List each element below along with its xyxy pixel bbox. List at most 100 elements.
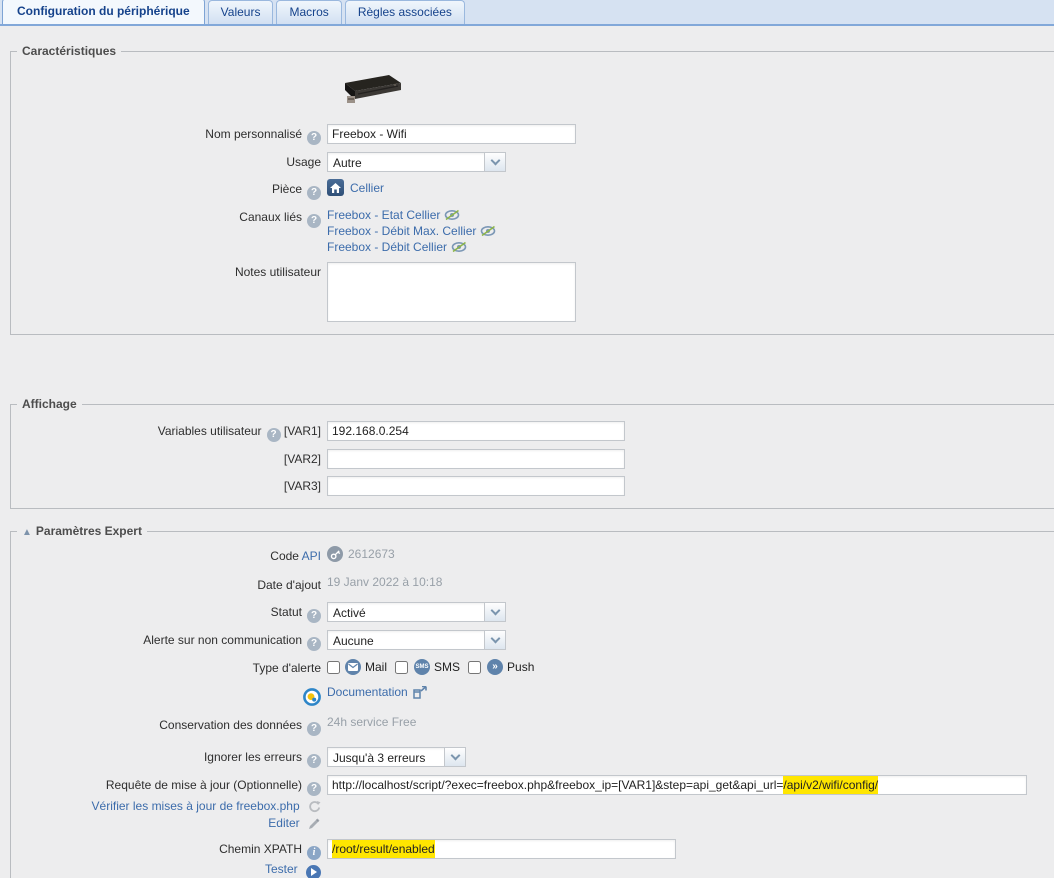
field-label-row: Requête de mise à jour (Optionnelle)? (11, 775, 321, 796)
usage-select[interactable]: Autre (327, 152, 506, 172)
push-icon: » (487, 659, 503, 675)
info-icon[interactable]: i (307, 846, 321, 860)
tab-macros[interactable]: Macros (276, 0, 341, 24)
pencil-icon[interactable] (308, 817, 321, 830)
legend-text: Paramètres Expert (36, 524, 142, 538)
var2-tag: [VAR2] (284, 452, 321, 466)
field-label-row: Pièce? (11, 179, 321, 200)
canaux-lies-label: Canaux liés (239, 210, 302, 224)
field-label-row: Ignorer les erreurs? (11, 747, 321, 768)
mail-icon (345, 659, 361, 675)
chevron-down-icon[interactable] (484, 631, 505, 649)
notes-utilisateur-textarea[interactable] (327, 262, 576, 322)
date-ajout-value: 19 Janv 2022 à 10:18 (327, 575, 442, 589)
verifier-maj-link[interactable]: Vérifier les mises à jour de freebox.php (92, 799, 300, 813)
sms-checkbox[interactable] (395, 661, 408, 674)
field-label-row: [VAR2] (11, 449, 321, 467)
help-icon[interactable]: ? (307, 722, 321, 736)
refresh-icon[interactable] (308, 800, 321, 813)
sms-icon-text: SMS (416, 664, 429, 670)
statut-select[interactable]: Activé (327, 602, 506, 622)
home-icon[interactable] (327, 179, 344, 196)
help-icon[interactable]: ? (307, 637, 321, 651)
sms-icon: SMS (414, 659, 430, 675)
tab-label: Valeurs (221, 5, 261, 19)
field-label-row: Date d'ajout (11, 575, 321, 593)
collapse-arrow-icon[interactable]: ▲ (22, 527, 32, 538)
notes-utilisateur-label: Notes utilisateur (235, 265, 321, 279)
section-caracteristiques: Caractéristiques Nom personnalisé? Usage… (10, 44, 1054, 335)
type-alerte-label: Type d'alerte (253, 661, 321, 675)
play-icon[interactable] (306, 865, 321, 878)
tab-configuration-peripherique[interactable]: Configuration du périphérique (2, 0, 205, 24)
tab-valeurs[interactable]: Valeurs (208, 0, 274, 24)
variables-utilisateur-label: Variables utilisateur (158, 424, 262, 438)
tab-label: Règles associées (358, 5, 452, 19)
piece-link[interactable]: Cellier (350, 181, 384, 195)
push-icon-text: » (492, 662, 498, 672)
alerte-non-communication-label: Alerte sur non communication (143, 633, 302, 647)
chevron-down-icon[interactable] (444, 748, 465, 766)
nom-personnalise-input[interactable] (327, 124, 576, 144)
chevron-down-icon[interactable] (484, 153, 505, 171)
push-checkbox[interactable] (468, 661, 481, 674)
help-icon[interactable]: ? (307, 782, 321, 796)
var2-input[interactable] (327, 449, 625, 469)
field-label-row: Chemin XPATHi (11, 839, 321, 860)
canal-link-row: Freebox - Débit Max. Cellier (327, 223, 497, 239)
requete-url-prefix: http://localhost/script/?exec=freebox.ph… (332, 778, 783, 792)
chevron-down-icon[interactable] (484, 603, 505, 621)
field-label-row: Conservation des données? (11, 715, 321, 736)
section-caracteristiques-legend: Caractéristiques (17, 44, 121, 58)
canal-link[interactable]: Freebox - Etat Cellier (327, 208, 440, 222)
alerte-select[interactable]: Aucune (327, 630, 506, 650)
requete-maj-input[interactable]: http://localhost/script/?exec=freebox.ph… (327, 775, 1027, 795)
mail-checkbox[interactable] (327, 661, 340, 674)
field-label-row: Usage (11, 152, 321, 170)
field-label-row (11, 685, 321, 706)
field-label-row: Vérifier les mises à jour de freebox.php (11, 799, 321, 814)
statut-selected-value: Activé (328, 603, 484, 621)
ignorer-erreurs-label: Ignorer les erreurs (204, 750, 302, 764)
field-label-row: Type d'alerte (11, 658, 321, 676)
section-affichage-legend: Affichage (17, 397, 82, 411)
section-affichage: Affichage Variables utilisateur? [VAR1] … (10, 397, 1054, 509)
var3-input[interactable] (327, 476, 625, 496)
help-icon[interactable]: ? (307, 131, 321, 145)
tab-regles-associees[interactable]: Règles associées (345, 0, 465, 24)
field-label-row: Code API (11, 546, 321, 564)
help-icon[interactable]: ? (267, 428, 281, 442)
chemin-xpath-input[interactable]: /root/result/enabled (327, 839, 676, 859)
eye-icon[interactable] (451, 241, 468, 253)
field-label-row: Variables utilisateur? [VAR1] (11, 421, 321, 442)
piece-label: Pièce (272, 182, 302, 196)
eye-icon[interactable] (444, 209, 461, 221)
field-label-row: Tester (11, 862, 321, 878)
plugin-logo-icon (303, 688, 321, 706)
canal-link[interactable]: Freebox - Débit Cellier (327, 240, 447, 254)
var1-input[interactable] (327, 421, 625, 441)
documentation-link[interactable]: Documentation (327, 685, 408, 699)
help-icon[interactable]: ? (307, 754, 321, 768)
api-link[interactable]: API (302, 549, 321, 563)
push-label: Push (507, 660, 534, 674)
requete-maj-label: Requête de mise à jour (Optionnelle) (106, 778, 302, 792)
tab-label: Macros (289, 5, 328, 19)
external-link-icon[interactable] (413, 686, 427, 699)
editer-link[interactable]: Editer (268, 816, 299, 830)
canal-link-row: Freebox - Débit Cellier (327, 239, 497, 255)
help-icon[interactable]: ? (307, 609, 321, 623)
nom-personnalise-label: Nom personnalisé (205, 127, 302, 141)
key-icon[interactable] (327, 546, 343, 562)
help-icon[interactable]: ? (307, 214, 321, 228)
canal-link[interactable]: Freebox - Débit Max. Cellier (327, 224, 476, 238)
tester-link[interactable]: Tester (265, 862, 298, 876)
help-icon[interactable]: ? (307, 186, 321, 200)
eye-icon[interactable] (480, 225, 497, 237)
section-parametres-expert: ▲Paramètres Expert Code API 2612673 Date… (10, 524, 1054, 878)
xpath-highlighted: /root/result/enabled (332, 840, 435, 858)
ignorer-erreurs-select[interactable]: Jusqu'à 3 erreurs (327, 747, 466, 767)
conservation-donnees-label: Conservation des données (159, 718, 302, 732)
field-label-row: Canaux liés? (11, 207, 321, 228)
sms-label: SMS (434, 660, 460, 674)
